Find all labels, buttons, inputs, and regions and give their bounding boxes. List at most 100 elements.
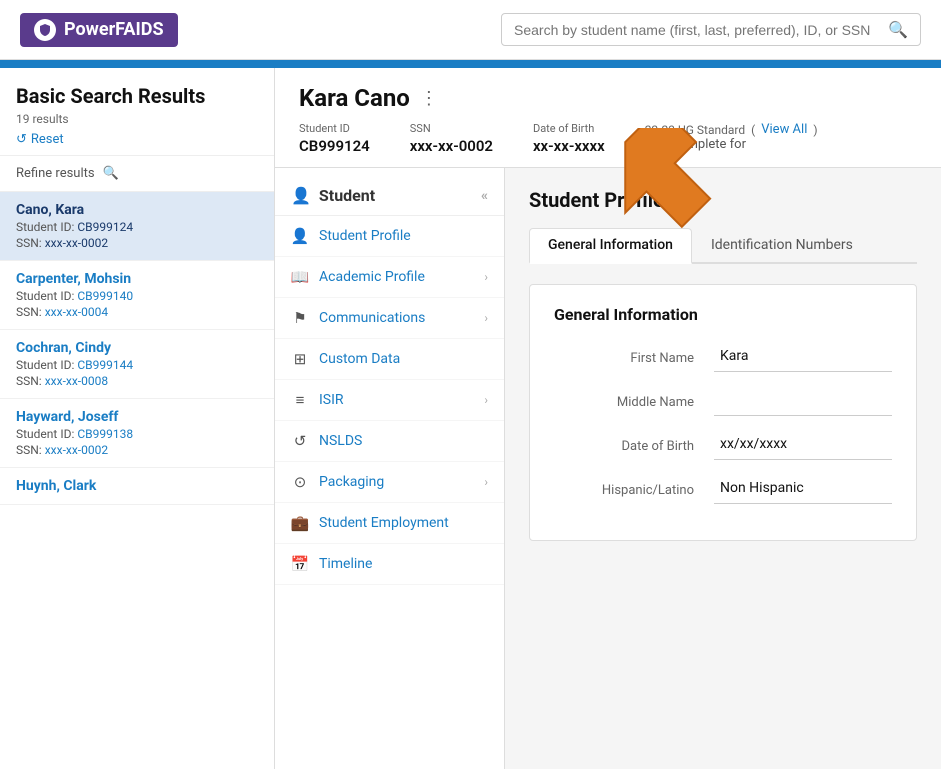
tab-general-information[interactable]: General Information: [529, 228, 692, 264]
person-icon: 👤: [291, 227, 309, 245]
nav-item-label: ISIR: [319, 392, 344, 408]
field-value[interactable]: xx/xx/xxxx: [714, 432, 892, 460]
profile-content: Student Profile General InformationIdent…: [505, 168, 941, 769]
form-row: First Name Kara: [554, 344, 892, 372]
aid-year-field: 22-23 UG Standard ( View All ) ⟳ Incompl…: [645, 122, 818, 152]
package-icon: ⊙: [291, 473, 309, 491]
search-input[interactable]: [514, 22, 888, 38]
grid-icon: ⊞: [291, 350, 309, 368]
form-fields: First Name Kara Middle Name Date of Birt…: [554, 344, 892, 504]
nav-item-label: Academic Profile: [319, 269, 425, 285]
student-item-name: Huynh, Clark: [16, 478, 258, 494]
collapse-nav-button[interactable]: «: [481, 188, 488, 204]
refine-search[interactable]: Refine results 🔍: [0, 156, 274, 192]
middle-area: 👤 Student « 👤 Student Profile 📖 Academic…: [275, 168, 941, 769]
student-list-item[interactable]: Hayward, Joseff Student ID: CB999138 SSN…: [0, 399, 274, 468]
sidebar-title: Basic Search Results: [16, 84, 258, 108]
chevron-right-icon: ›: [484, 311, 488, 325]
field-label: Date of Birth: [554, 439, 694, 454]
nav-item-left: ⚑ Communications: [291, 309, 425, 327]
search-bar[interactable]: 🔍: [501, 13, 921, 46]
field-label: First Name: [554, 351, 694, 366]
chevron-right-icon: ›: [484, 475, 488, 489]
side-nav-item-isir[interactable]: ≡ ISIR ›: [275, 380, 504, 421]
more-options-button[interactable]: ⋮: [420, 88, 438, 109]
form-row: Hispanic/Latino Non Hispanic: [554, 476, 892, 504]
side-nav-item-communications[interactable]: ⚑ Communications ›: [275, 298, 504, 339]
nav-item-label: Timeline: [319, 556, 372, 572]
nav-item-label: Student Employment: [319, 515, 449, 531]
nav-item-left: 📅 Timeline: [291, 555, 372, 573]
aid-year-label: 22-23 UG Standard: [645, 123, 745, 137]
side-nav-title: Student: [319, 186, 375, 205]
search-icon[interactable]: 🔍: [888, 20, 908, 39]
chevron-right-icon: ›: [484, 393, 488, 407]
refine-label: Refine results: [16, 166, 95, 181]
profile-title: Student Profile: [529, 188, 917, 212]
side-nav-item-custom-data[interactable]: ⊞ Custom Data: [275, 339, 504, 380]
briefcase-icon: 💼: [291, 514, 309, 532]
side-nav-item-timeline[interactable]: 📅 Timeline: [275, 544, 504, 585]
field-label: Hispanic/Latino: [554, 483, 694, 498]
side-nav-item-student-employment[interactable]: 💼 Student Employment: [275, 503, 504, 544]
reset-icon: ↺: [16, 132, 27, 147]
refresh-icon: ↺: [291, 432, 309, 450]
student-header: Kara Cano ⋮ Student ID CB999124 SSN xxx-…: [275, 68, 941, 168]
field-value[interactable]: [714, 388, 892, 416]
field-label: Middle Name: [554, 395, 694, 410]
list-icon: ≡: [291, 391, 309, 409]
dob-field: Date of Birth xx-xx-xxxx: [533, 122, 605, 155]
dob-value: xx-xx-xxxx: [533, 137, 605, 155]
view-all-link[interactable]: View All: [761, 122, 807, 137]
student-item-ssn: SSN: xxx-xx-0002: [16, 443, 258, 457]
nav-item-label: Communications: [319, 310, 425, 326]
nav-item-label: Packaging: [319, 474, 384, 490]
form-section-title: General Information: [554, 305, 892, 324]
student-item-meta: Student ID: CB999140: [16, 289, 258, 303]
blue-accent-bar: [0, 60, 941, 68]
book-icon: 📖: [291, 268, 309, 286]
content-area: Kara Cano ⋮ Student ID CB999124 SSN xxx-…: [275, 68, 941, 769]
side-nav-item-nslds[interactable]: ↺ NSLDS: [275, 421, 504, 462]
student-item-name: Cano, Kara: [16, 202, 258, 218]
student-item-ssn: SSN: xxx-xx-0008: [16, 374, 258, 388]
tab-bar: General InformationIdentification Number…: [529, 228, 917, 264]
reset-button[interactable]: ↺ Reset: [16, 132, 258, 147]
status-badge: ⟳ Incomplete for: [645, 137, 818, 152]
student-list-item[interactable]: Cano, Kara Student ID: CB999124 SSN: xxx…: [0, 192, 274, 261]
tab-identification-numbers[interactable]: Identification Numbers: [692, 228, 872, 262]
student-nav-icon: 👤: [291, 186, 311, 205]
field-value[interactable]: Kara: [714, 344, 892, 372]
student-item-meta: Student ID: CB999124: [16, 220, 258, 234]
side-nav-item-packaging[interactable]: ⊙ Packaging ›: [275, 462, 504, 503]
student-list-item[interactable]: Carpenter, Mohsin Student ID: CB999140 S…: [0, 261, 274, 330]
form-row: Middle Name: [554, 388, 892, 416]
search-icon: 🔍: [103, 166, 119, 181]
nav-item-left: ≡ ISIR: [291, 391, 344, 409]
student-id-value: CB999124: [299, 137, 370, 155]
student-item-name: Hayward, Joseff: [16, 409, 258, 425]
nav-item-left: ⊙ Packaging: [291, 473, 384, 491]
field-value[interactable]: Non Hispanic: [714, 476, 892, 504]
status-text: Incomplete for: [662, 137, 746, 152]
side-nav-item-academic-profile[interactable]: 📖 Academic Profile ›: [275, 257, 504, 298]
student-id-field: Student ID CB999124: [299, 122, 370, 155]
student-item-ssn: SSN: xxx-xx-0004: [16, 305, 258, 319]
sidebar: Basic Search Results 19 results ↺ Reset …: [0, 68, 275, 769]
student-name: Kara Cano: [299, 84, 410, 112]
status-icon: ⟳: [645, 137, 656, 152]
nav-item-label: NSLDS: [319, 433, 362, 449]
student-list-item[interactable]: Huynh, Clark: [0, 468, 274, 505]
logo-text: PowerFAIDS: [64, 19, 164, 40]
nav-item-label: Custom Data: [319, 351, 400, 367]
logo: PowerFAIDS: [20, 13, 178, 47]
side-nav-item-student-profile[interactable]: 👤 Student Profile: [275, 216, 504, 257]
sidebar-header: Basic Search Results 19 results ↺ Reset: [0, 68, 274, 156]
student-list: Cano, Kara Student ID: CB999124 SSN: xxx…: [0, 192, 274, 769]
nav-item-left: 💼 Student Employment: [291, 514, 449, 532]
nav-item-left: 👤 Student Profile: [291, 227, 411, 245]
ssn-field: SSN xxx-xx-0002: [410, 122, 493, 155]
sidebar-count: 19 results: [16, 112, 258, 126]
student-item-meta: Student ID: CB999138: [16, 427, 258, 441]
student-list-item[interactable]: Cochran, Cindy Student ID: CB999144 SSN:…: [0, 330, 274, 399]
